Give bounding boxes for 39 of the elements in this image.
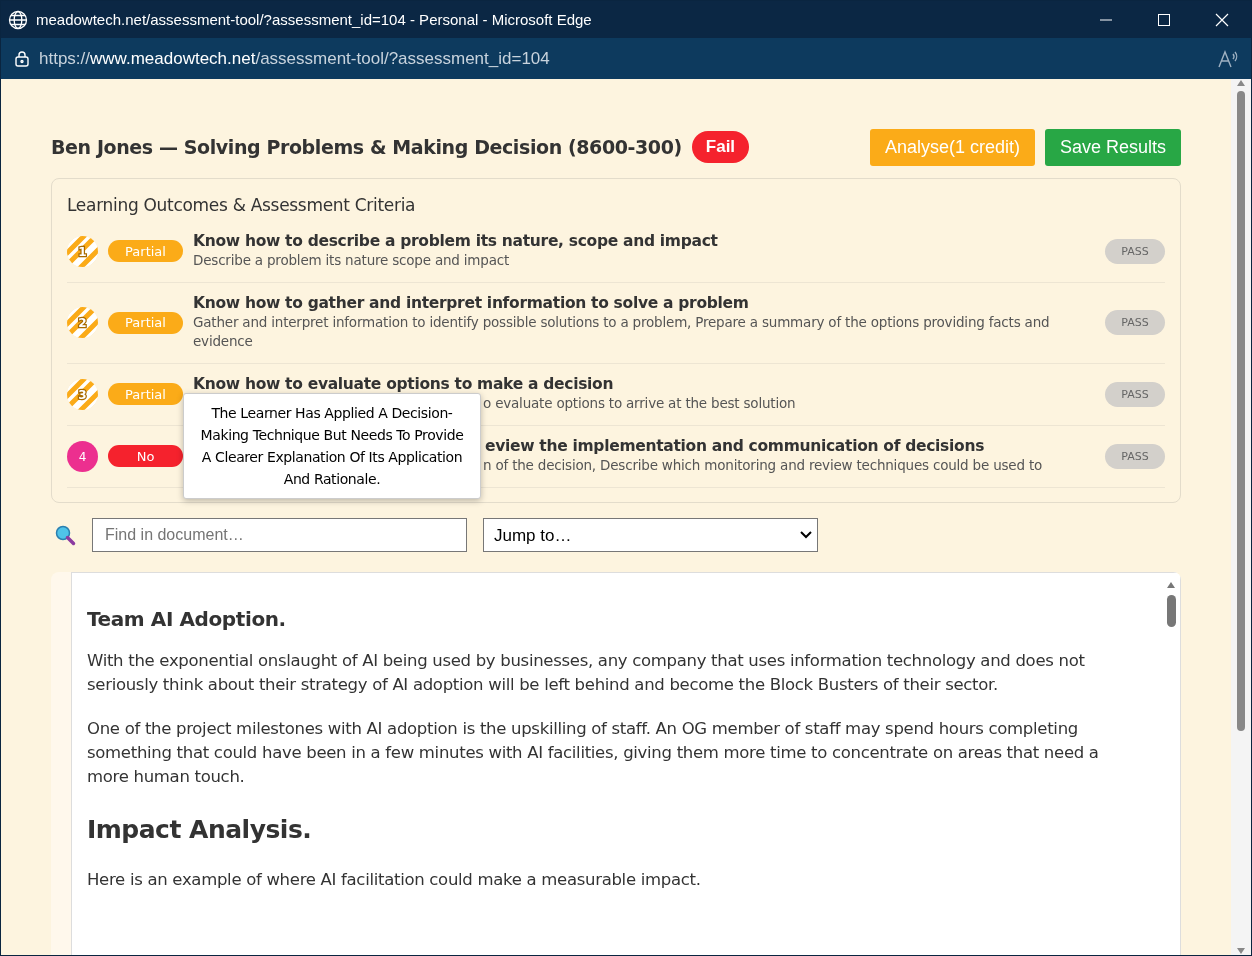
result-badge: Fail <box>691 131 750 163</box>
page-title: Ben Jones — Solving Problems & Making Decision (8600-300) <box>51 136 682 158</box>
chevron-down-icon <box>800 531 812 539</box>
paragraph: One of the project milestones with AI adoption is the upskilling of staff. An OG member of staff may spend hours completing something that could have been in a few minutes with AI facilities, giving them more time to concentrate on areas that need a more human touch. <box>87 718 1100 788</box>
pass-toggle[interactable]: PASS <box>1105 238 1165 264</box>
criteria-text: Gather and interpret information to identify possible solutions to a problem, Prepare a summary of the options providing facts and evidence <box>193 313 1051 351</box>
search-icon <box>54 524 76 546</box>
scroll-down-icon[interactable] <box>1236 947 1246 955</box>
status-badge: No <box>108 445 183 467</box>
section-title: Impact Analysis. <box>87 815 313 844</box>
pass-toggle[interactable]: PASS <box>1105 381 1165 407</box>
globe-icon <box>8 9 28 30</box>
outcome-title: eview the implementation and communication of decisions <box>485 437 986 455</box>
search-field[interactable]: Find in document… <box>92 518 467 552</box>
scrollbar-thumb[interactable] <box>1166 595 1176 627</box>
status-badge: Partial <box>108 311 183 334</box>
lock-icon[interactable] <box>13 49 31 68</box>
pass-toggle[interactable]: PASS <box>1105 443 1165 469</box>
number-icon: 4 <box>67 440 98 472</box>
save-results-button[interactable]: Save Results <box>1044 128 1181 166</box>
paragraph: With the exponential onslaught of AI being used by businesses, any company that uses information technology and does not seriously think about their strategy of AI adoption will be left behind and become the Block Busters of their sector. <box>87 650 1086 696</box>
status-badge: Partial <box>108 383 183 405</box>
pass-toggle[interactable]: PASS <box>1105 310 1165 335</box>
section-heading: Team AI Adoption. <box>87 607 287 631</box>
status-badge: Partial <box>108 240 183 262</box>
panel-heading: Learning Outcomes & Assessment Criteria <box>67 195 417 215</box>
criteria-text: Describe a problem its nature scope and impact <box>193 251 511 270</box>
criteria-text: n of the decision, Describe which monitoring and review techniques could be used to <box>483 456 1044 475</box>
window-title: meadowtech.net/assessment-tool/?assessment_id=104 - Personal - Microsoft Edge <box>36 11 593 28</box>
criteria-text: o evaluate options to arrive at the best solution <box>483 394 797 413</box>
jump-to-dropdown[interactable]: Jump to… <box>483 518 818 552</box>
outcome-title: Know how to evaluate options to make a decision <box>193 375 615 393</box>
read-aloud-icon[interactable] <box>1217 48 1239 69</box>
outcome-title: Know how to describe a problem its nature, scope and impact <box>193 232 719 250</box>
scrollbar-thumb[interactable] <box>1237 91 1245 731</box>
paragraph: Here is an example of where AI facilitation could make a measurable impact. <box>87 869 702 891</box>
scroll-up-icon[interactable] <box>1166 581 1176 589</box>
outcome-title: Know how to gather and interpret information to solve a problem <box>193 294 750 312</box>
tooltip: The Learner Has Applied A Decision-Making Technique But Needs To Provide A Clearer Explanation Of Its Application And Rationale. <box>183 393 481 499</box>
